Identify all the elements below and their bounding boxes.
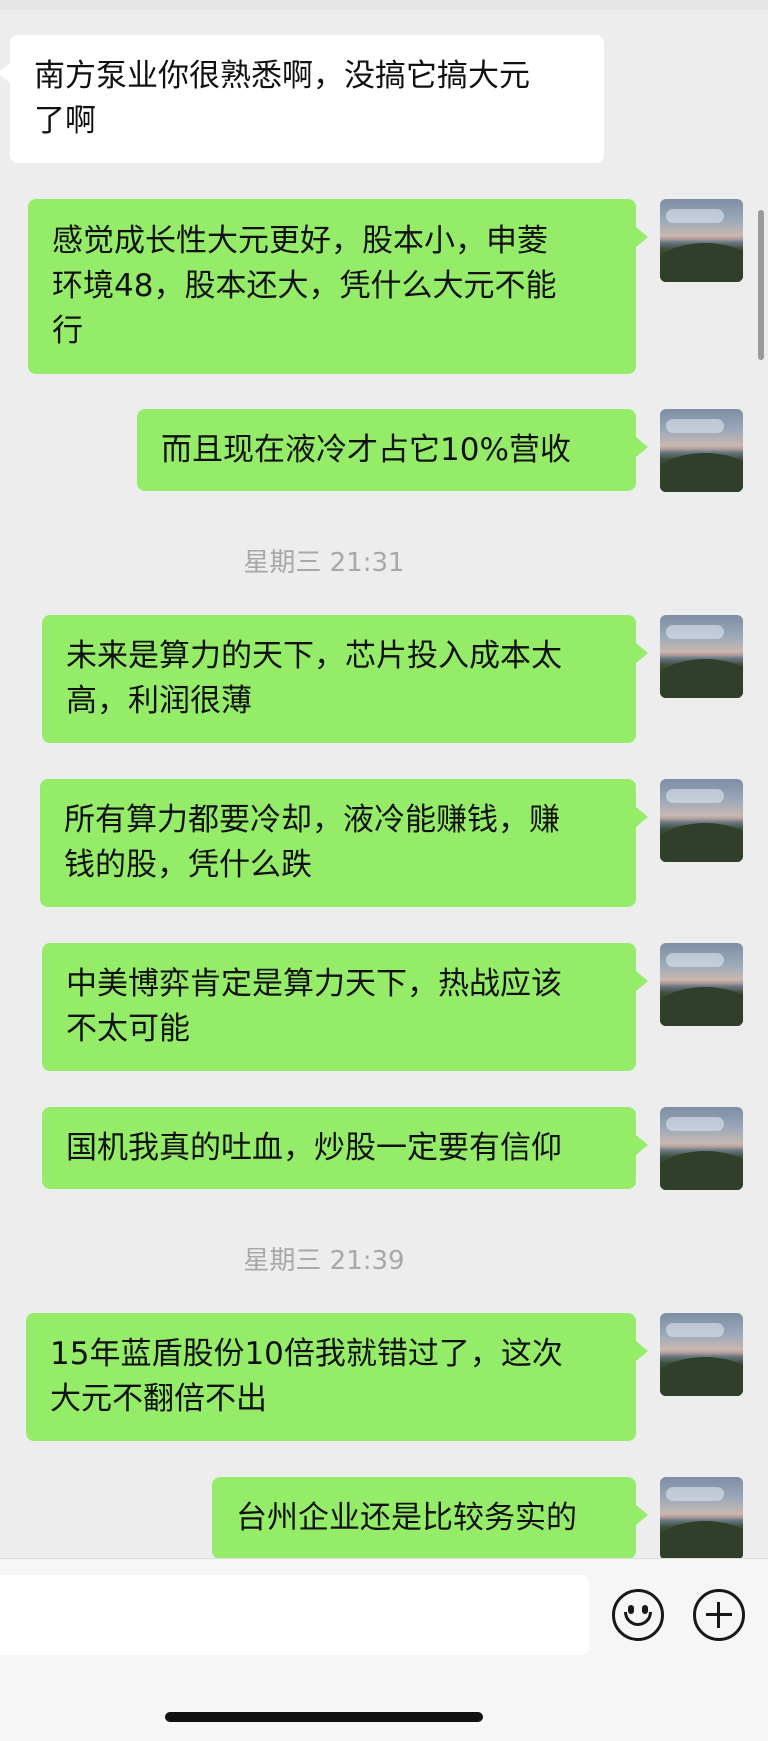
user-avatar[interactable] <box>660 943 743 1026</box>
status-strip <box>0 0 768 10</box>
message-text: 环境48，股本还大，凭什么大元不能 <box>52 268 557 304</box>
message-text: 所有算力都要冷却，液冷能赚钱，赚 <box>64 802 560 838</box>
avatar-hill <box>660 823 743 862</box>
scrollbar[interactable] <box>758 210 764 360</box>
message-text: 国机我真的吐血，炒股一定要有信仰 <box>66 1129 562 1166</box>
message-bubble-outgoing[interactable]: 感觉成长性大元更好，股本小，申菱 环境48，股本还大，凭什么大元不能 行 <box>28 199 648 374</box>
message-bubble-incoming[interactable]: 南方泵业你很熟悉啊，没搞它搞大元 了啊 <box>0 35 604 163</box>
message-text: 行 <box>52 313 83 349</box>
avatar-cloud <box>666 1117 724 1131</box>
message-bubble-outgoing[interactable]: 台州企业还是比较务实的 <box>212 1477 648 1558</box>
avatar-hill <box>660 1521 743 1558</box>
message-bubble-outgoing[interactable]: 未来是算力的天下，芯片投入成本太 高，利润很薄 <box>42 615 648 743</box>
user-avatar[interactable] <box>660 1107 743 1190</box>
avatar-hill <box>660 987 743 1026</box>
user-avatar[interactable] <box>660 779 743 862</box>
message-text: 了啊 <box>34 103 96 139</box>
smiley-icon[interactable] <box>612 1589 664 1641</box>
message-text: 台州企业还是比较务实的 <box>236 1499 577 1536</box>
user-avatar[interactable] <box>660 199 743 282</box>
avatar-cloud <box>666 1323 724 1337</box>
user-avatar[interactable] <box>660 1313 743 1396</box>
plus-circle-icon[interactable] <box>693 1589 745 1641</box>
chat-timestamp: 星期三 21:31 <box>243 548 405 578</box>
avatar-cloud <box>666 953 724 967</box>
avatar-cloud <box>666 1487 724 1501</box>
home-indicator[interactable] <box>165 1712 483 1722</box>
message-text: 钱的股，凭什么跌 <box>64 847 312 883</box>
message-text: 高，利润很薄 <box>66 683 252 719</box>
message-text: 大元不翻倍不出 <box>50 1381 267 1417</box>
user-avatar[interactable] <box>660 1477 743 1558</box>
message-bubble-outgoing[interactable]: 15年蓝盾股份10倍我就错过了，这次 大元不翻倍不出 <box>26 1313 648 1441</box>
avatar-hill <box>660 243 743 282</box>
avatar-hill <box>660 453 743 492</box>
avatar-cloud <box>666 209 724 223</box>
avatar-cloud <box>666 419 724 433</box>
user-avatar[interactable] <box>660 615 743 698</box>
message-bubble-outgoing[interactable]: 所有算力都要冷却，液冷能赚钱，赚 钱的股，凭什么跌 <box>40 779 648 907</box>
chat-message-list[interactable]: 南方泵业你很熟悉啊，没搞它搞大元 了啊 感觉成长性大元更好，股本小，申菱 环境4… <box>0 10 768 1558</box>
chat-timestamp: 星期三 21:39 <box>243 1246 405 1276</box>
avatar-cloud <box>666 789 724 803</box>
message-text: 感觉成长性大元更好，股本小，申菱 <box>52 223 548 259</box>
message-text: 而且现在液冷才占它10%营收 <box>161 431 571 468</box>
smiley-mouth <box>624 1612 652 1626</box>
message-bubble-outgoing[interactable]: 中美博弈肯定是算力天下，热战应该 不太可能 <box>42 943 648 1071</box>
message-text: 中美博弈肯定是算力天下，热战应该 <box>66 966 562 1002</box>
avatar-cloud <box>666 625 724 639</box>
message-bubble-outgoing[interactable]: 国机我真的吐血，炒股一定要有信仰 <box>42 1107 648 1189</box>
avatar-hill <box>660 1357 743 1396</box>
user-avatar[interactable] <box>660 409 743 492</box>
message-text: 南方泵业你很熟悉啊，没搞它搞大元 <box>34 58 530 94</box>
plus-vertical <box>717 1602 720 1628</box>
message-text: 15年蓝盾股份10倍我就错过了，这次 <box>50 1336 563 1372</box>
message-bubble-outgoing[interactable]: 而且现在液冷才占它10%营收 <box>137 409 648 491</box>
avatar-hill <box>660 1151 743 1190</box>
message-text: 未来是算力的天下，芯片投入成本太 <box>66 638 562 674</box>
message-text: 不太可能 <box>66 1011 190 1047</box>
avatar-hill <box>660 659 743 698</box>
message-input[interactable] <box>0 1575 589 1655</box>
